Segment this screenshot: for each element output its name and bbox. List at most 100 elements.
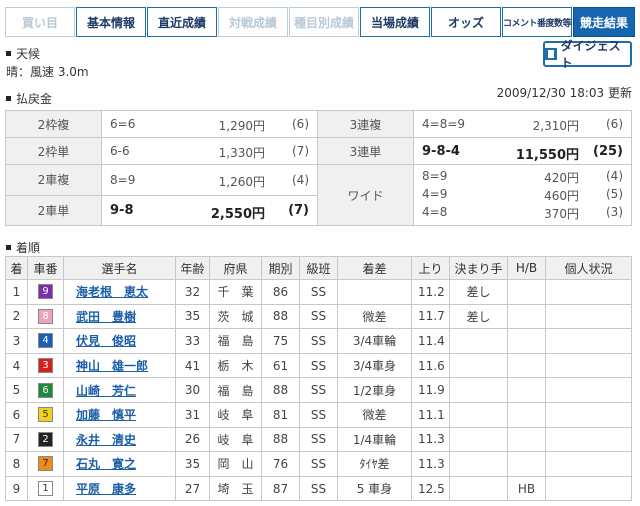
- last-lap-time: 11.3: [411, 426, 450, 453]
- rank: 2: [5, 303, 28, 330]
- payout-amount: 460円: [544, 189, 579, 203]
- results-header-row: 着 車番 選手名 年齢 府県 期別 級班 着差 上り 決まり手 H/B 個人状況: [5, 256, 632, 280]
- term: 61: [261, 352, 300, 379]
- margin: 微差: [337, 401, 412, 428]
- payout-popularity: (25): [593, 144, 623, 159]
- col-term: 期別: [261, 256, 300, 280]
- racer-name-cell: 永井 清史: [63, 426, 176, 453]
- payout-label: 3連複: [317, 110, 414, 138]
- payout-amount: 1,290円: [218, 119, 265, 133]
- age: 27: [175, 475, 210, 502]
- racer-name-link[interactable]: 加藤 慎平: [76, 408, 136, 422]
- car-number-badge: 8: [38, 308, 53, 324]
- rank: 6: [5, 401, 28, 428]
- racer-name-link[interactable]: 永井 清史: [76, 433, 136, 447]
- term: 88: [261, 426, 300, 453]
- col-pref: 府県: [209, 256, 262, 280]
- payout-popularity: (3): [606, 205, 623, 219]
- tab-recent-results[interactable]: 直近成績: [147, 7, 217, 37]
- hb: HB: [507, 475, 546, 502]
- term: 81: [261, 401, 300, 428]
- payout-popularity: (7): [288, 203, 309, 219]
- payout-amount: 2,310円: [532, 119, 579, 133]
- payout-amount: 1,260円: [218, 174, 265, 189]
- kimarite: [449, 377, 508, 403]
- racer-name-link[interactable]: 山崎 芳仁: [76, 384, 136, 398]
- prefecture: 茨 城: [209, 303, 262, 330]
- racer-name-cell: 山崎 芳仁: [63, 377, 176, 403]
- car-number: 3: [27, 352, 64, 379]
- rank: 5: [5, 377, 28, 403]
- payout-value: 6-6 1,330円 (7): [101, 137, 318, 165]
- car-number: 8: [27, 303, 64, 330]
- tab-bar: 買い目 基本情報 直近成績 対戦成績 種目別成績 当場成績 オッズ コメント番度…: [5, 7, 635, 37]
- tab-event-results[interactable]: 種目別成績: [289, 7, 359, 37]
- racer-name-link[interactable]: 伏見 俊昭: [76, 334, 136, 348]
- racer-name-cell: 海老根 恵太: [63, 279, 176, 305]
- last-lap-time: 11.4: [411, 328, 450, 354]
- col-status: 個人状況: [545, 256, 632, 280]
- status: [545, 426, 632, 453]
- payout-wide-values: 8=9 420円 (4) 4=9 460円 (5) 4=8 370円 (3): [413, 164, 632, 226]
- status: [545, 328, 632, 354]
- tab-venue-results[interactable]: 当場成績: [360, 7, 430, 37]
- term: 86: [261, 279, 300, 305]
- payout-label: 2枠複: [5, 110, 102, 138]
- age: 35: [175, 451, 210, 477]
- hb: [507, 426, 546, 453]
- car-number-badge: 2: [38, 431, 53, 447]
- wide-row: 4=8 370円 (3): [414, 204, 631, 222]
- margin: 5 車身: [337, 475, 412, 502]
- digest-icon: [545, 48, 557, 60]
- age: 33: [175, 328, 210, 354]
- tab-buy[interactable]: 買い目: [5, 7, 75, 37]
- last-lap-time: 11.6: [411, 352, 450, 379]
- digest-label: ダイジェスト: [560, 39, 621, 70]
- prefecture: 岡 山: [209, 451, 262, 477]
- racer-name-link[interactable]: 平原 康多: [76, 482, 136, 496]
- class: SS: [299, 401, 338, 428]
- wide-row: 8=9 420円 (4): [414, 168, 631, 186]
- kimarite: 差し: [449, 279, 508, 305]
- racer-name-cell: 石丸 寛之: [63, 451, 176, 477]
- hb: [507, 451, 546, 477]
- class: SS: [299, 352, 338, 379]
- racer-name-link[interactable]: 石丸 寛之: [76, 457, 136, 471]
- racer-name-cell: 加藤 慎平: [63, 401, 176, 428]
- payout-combo: 6-6: [110, 144, 130, 158]
- margin: 1/4車輪: [337, 426, 412, 453]
- payout-popularity: (6): [292, 117, 309, 131]
- prefecture: 埼 玉: [209, 475, 262, 502]
- term: 75: [261, 328, 300, 354]
- tab-race-results[interactable]: 競走結果: [573, 7, 635, 37]
- car-number: 2: [27, 426, 64, 453]
- weather-text: 晴：風速 3.0m: [6, 65, 89, 79]
- kimarite: [449, 401, 508, 428]
- racer-name-link[interactable]: 神山 雄一郎: [76, 359, 148, 373]
- class: SS: [299, 328, 338, 354]
- table-row: 1 9 海老根 恵太 32 千 葉 86 SS 11.2 差し: [5, 279, 632, 305]
- last-lap-time: 11.1: [411, 401, 450, 428]
- payout-combo: 4=9: [422, 187, 448, 201]
- prefecture: 岐 阜: [209, 426, 262, 453]
- hb: [507, 303, 546, 330]
- tab-odds[interactable]: オッズ: [431, 7, 501, 37]
- age: 30: [175, 377, 210, 403]
- tab-head-to-head[interactable]: 対戦成績: [218, 7, 288, 37]
- payout-combo: 8=9: [422, 169, 448, 183]
- tab-basic-info[interactable]: 基本情報: [76, 7, 146, 37]
- digest-button[interactable]: ダイジェスト: [543, 39, 632, 70]
- table-row: 7 2 永井 清史 26 岐 阜 88 SS 1/4車輪 11.3: [5, 426, 632, 453]
- last-lap-time: 12.5: [411, 475, 450, 502]
- class: SS: [299, 451, 338, 477]
- rank: 7: [5, 426, 28, 453]
- payout-heading-text: 払戻金: [16, 92, 53, 106]
- racer-name-link[interactable]: 武田 豊樹: [76, 310, 136, 324]
- payout-combo: 9-8: [110, 203, 134, 219]
- term: 88: [261, 303, 300, 330]
- car-number-badge: 6: [38, 382, 53, 398]
- payout-popularity: (6): [606, 117, 623, 131]
- col-time: 上り: [411, 256, 450, 280]
- racer-name-link[interactable]: 海老根 恵太: [76, 285, 148, 299]
- tab-comments[interactable]: コメント番度数等: [502, 7, 572, 37]
